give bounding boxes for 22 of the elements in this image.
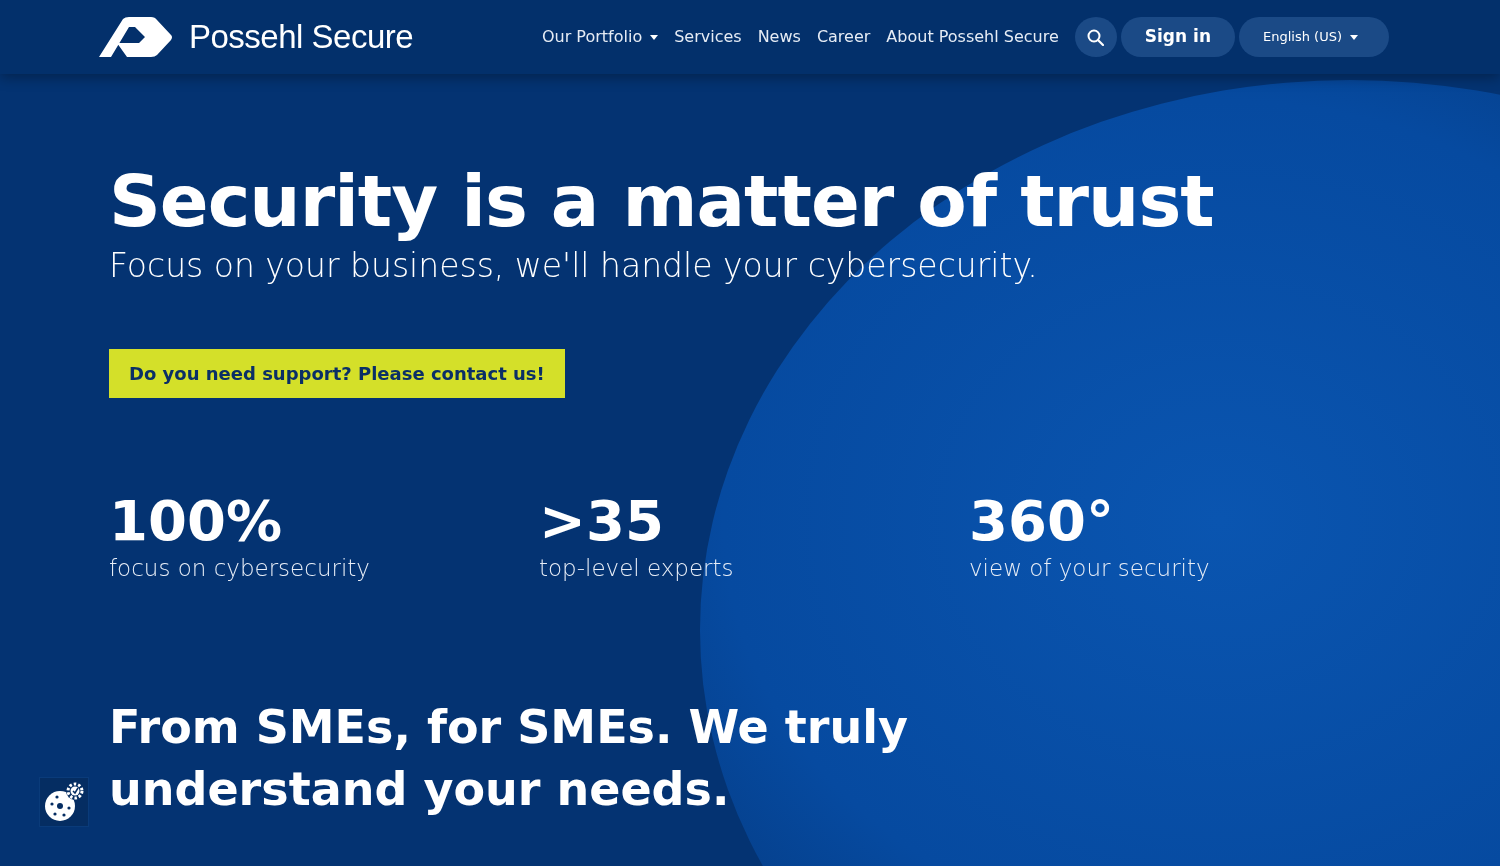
language-dropdown[interactable]: English (US) (1239, 17, 1389, 57)
hero-subtitle: Focus on your business, we'll handle your cybersecurity. (109, 245, 1039, 288)
logo-icon (99, 17, 173, 57)
nav-link[interactable]: About Possehl Secure (886, 25, 1059, 49)
brand-name[interactable]: Possehl Secure (189, 12, 414, 62)
stat-label: focus on cybersecurity (109, 554, 371, 584)
nav-link[interactable]: News (757, 25, 801, 49)
hero-title: Security is a matter of trust (109, 162, 1215, 242)
search-icon (1087, 28, 1105, 46)
portfolio-dropdown[interactable]: Our Portfolio (541, 25, 659, 49)
stat-value: >35 (539, 489, 665, 552)
tagline: From SMEs, for SMEs. We truly understand your needs. (109, 698, 909, 818)
sign-in-button[interactable]: Sign in (1120, 17, 1235, 57)
contact-button[interactable]: Do you need support? Please contact us! (109, 348, 565, 398)
cookie-settings-button[interactable] (39, 777, 89, 827)
stat-value: 360° (969, 489, 1115, 552)
nav-link[interactable]: Career (816, 25, 871, 49)
nav-link[interactable]: Services (674, 25, 742, 49)
search-button[interactable] (1074, 17, 1117, 57)
stat-label: top-level experts (539, 554, 735, 584)
stat-label: view of your security (969, 554, 1211, 584)
stat-value: 100% (109, 489, 283, 552)
